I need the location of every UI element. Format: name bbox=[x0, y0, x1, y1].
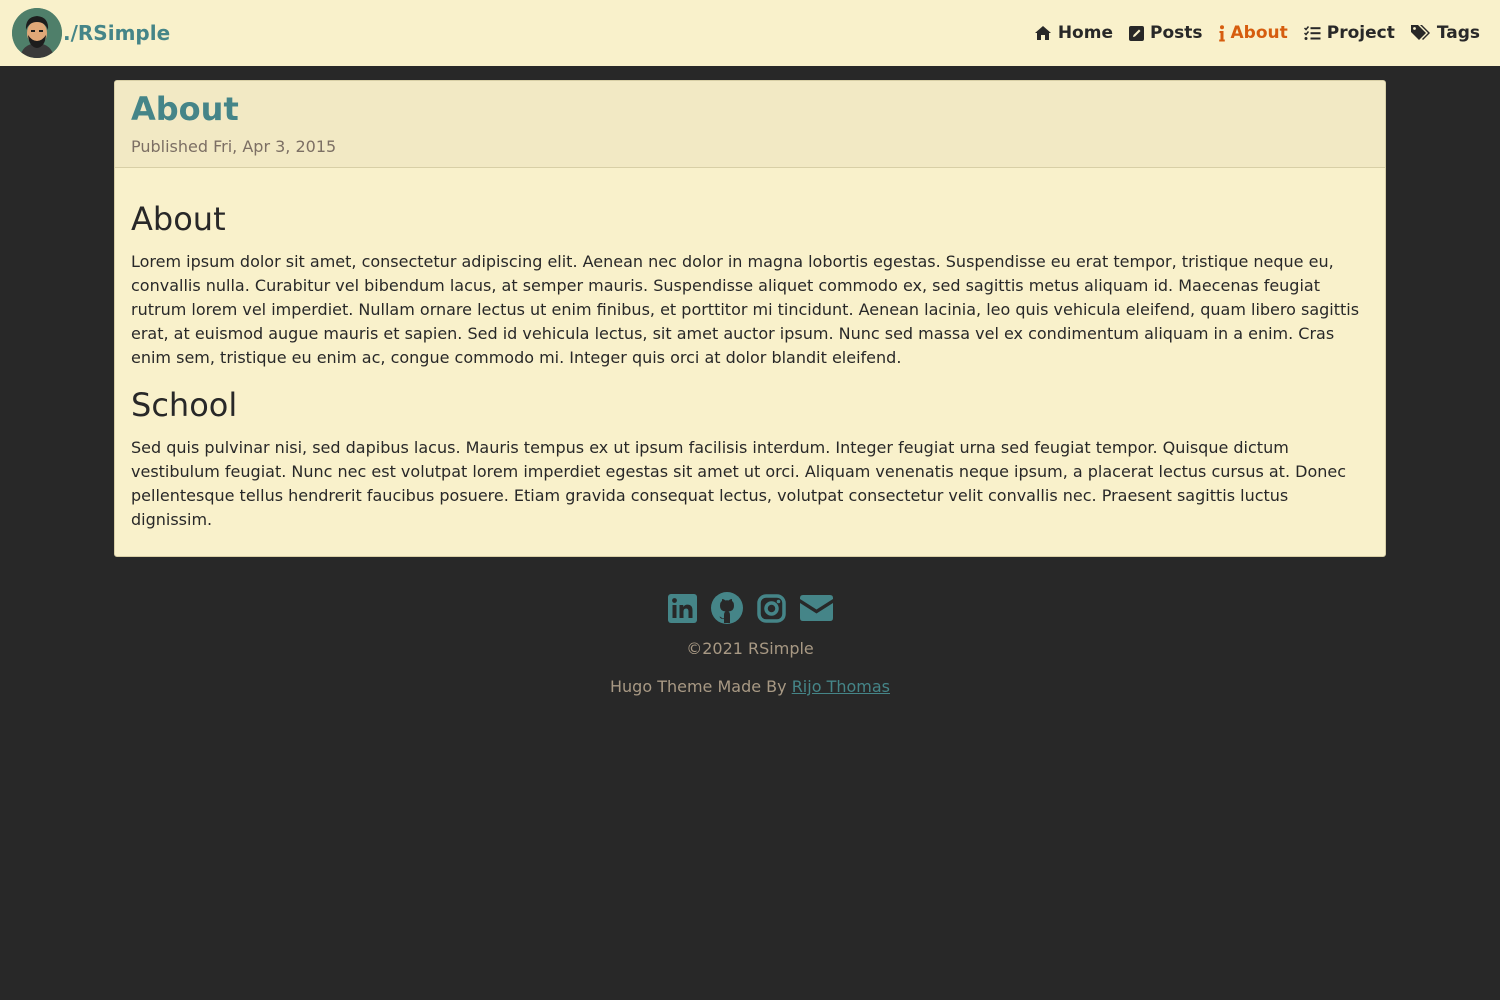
home-icon bbox=[1034, 26, 1051, 40]
tags-icon bbox=[1410, 25, 1430, 40]
main-nav: Home Posts About Project Tags bbox=[1018, 23, 1480, 43]
info-icon bbox=[1218, 24, 1225, 41]
nav-item-project[interactable]: Project bbox=[1303, 23, 1395, 43]
section-paragraph-about: Lorem ipsum dolor sit amet, consectetur … bbox=[131, 252, 1360, 367]
instagram-link[interactable] bbox=[756, 593, 786, 627]
page-title: About bbox=[131, 90, 239, 128]
post-card: About Published Fri, Apr 3, 2015 About L… bbox=[114, 80, 1386, 557]
avatar bbox=[12, 8, 62, 58]
section-heading-about: About bbox=[131, 200, 226, 238]
navbar: ./RSimple Home Posts About Project Tags bbox=[0, 0, 1500, 66]
instagram-icon bbox=[756, 593, 786, 623]
email-link[interactable] bbox=[799, 595, 833, 625]
nav-item-label: Tags bbox=[1436, 23, 1480, 43]
edit-icon bbox=[1128, 25, 1144, 41]
github-icon bbox=[710, 592, 743, 624]
theme-author-link[interactable]: Rijo Thomas bbox=[792, 677, 890, 696]
site-footer: ©2021 RSimple Hugo Theme Made By Rijo Th… bbox=[0, 590, 1500, 696]
linkedin-icon bbox=[667, 593, 697, 623]
site-brand-text: ./RSimple bbox=[63, 21, 171, 45]
github-link[interactable] bbox=[710, 592, 743, 628]
post-content: About Lorem ipsum dolor sit amet, consec… bbox=[115, 168, 1385, 532]
theme-credit: Hugo Theme Made By Rijo Thomas bbox=[0, 677, 1500, 696]
linkedin-link[interactable] bbox=[667, 593, 697, 627]
post-header: About Published Fri, Apr 3, 2015 bbox=[115, 81, 1385, 168]
post-date: Published Fri, Apr 3, 2015 bbox=[131, 137, 337, 156]
nav-item-label: Home bbox=[1057, 23, 1113, 43]
envelope-icon bbox=[799, 595, 833, 621]
section-paragraph-school: Sed quis pulvinar nisi, sed dapibus lacu… bbox=[131, 438, 1347, 529]
theme-credit-prefix: Hugo Theme Made By bbox=[609, 677, 792, 696]
nav-item-label: Project bbox=[1326, 23, 1395, 43]
social-links bbox=[0, 590, 1500, 630]
section-heading-school: School bbox=[131, 386, 238, 424]
nav-item-tags[interactable]: Tags bbox=[1410, 23, 1480, 43]
site-brand-link[interactable]: ./RSimple bbox=[12, 8, 170, 58]
nav-item-about[interactable]: About bbox=[1218, 23, 1288, 43]
nav-item-label: Posts bbox=[1149, 23, 1203, 43]
copyright-text: ©2021 RSimple bbox=[686, 639, 814, 658]
nav-item-posts[interactable]: Posts bbox=[1128, 23, 1203, 43]
nav-item-home[interactable]: Home bbox=[1034, 23, 1113, 43]
nav-item-label: About bbox=[1230, 23, 1288, 43]
tasks-icon bbox=[1303, 25, 1321, 40]
